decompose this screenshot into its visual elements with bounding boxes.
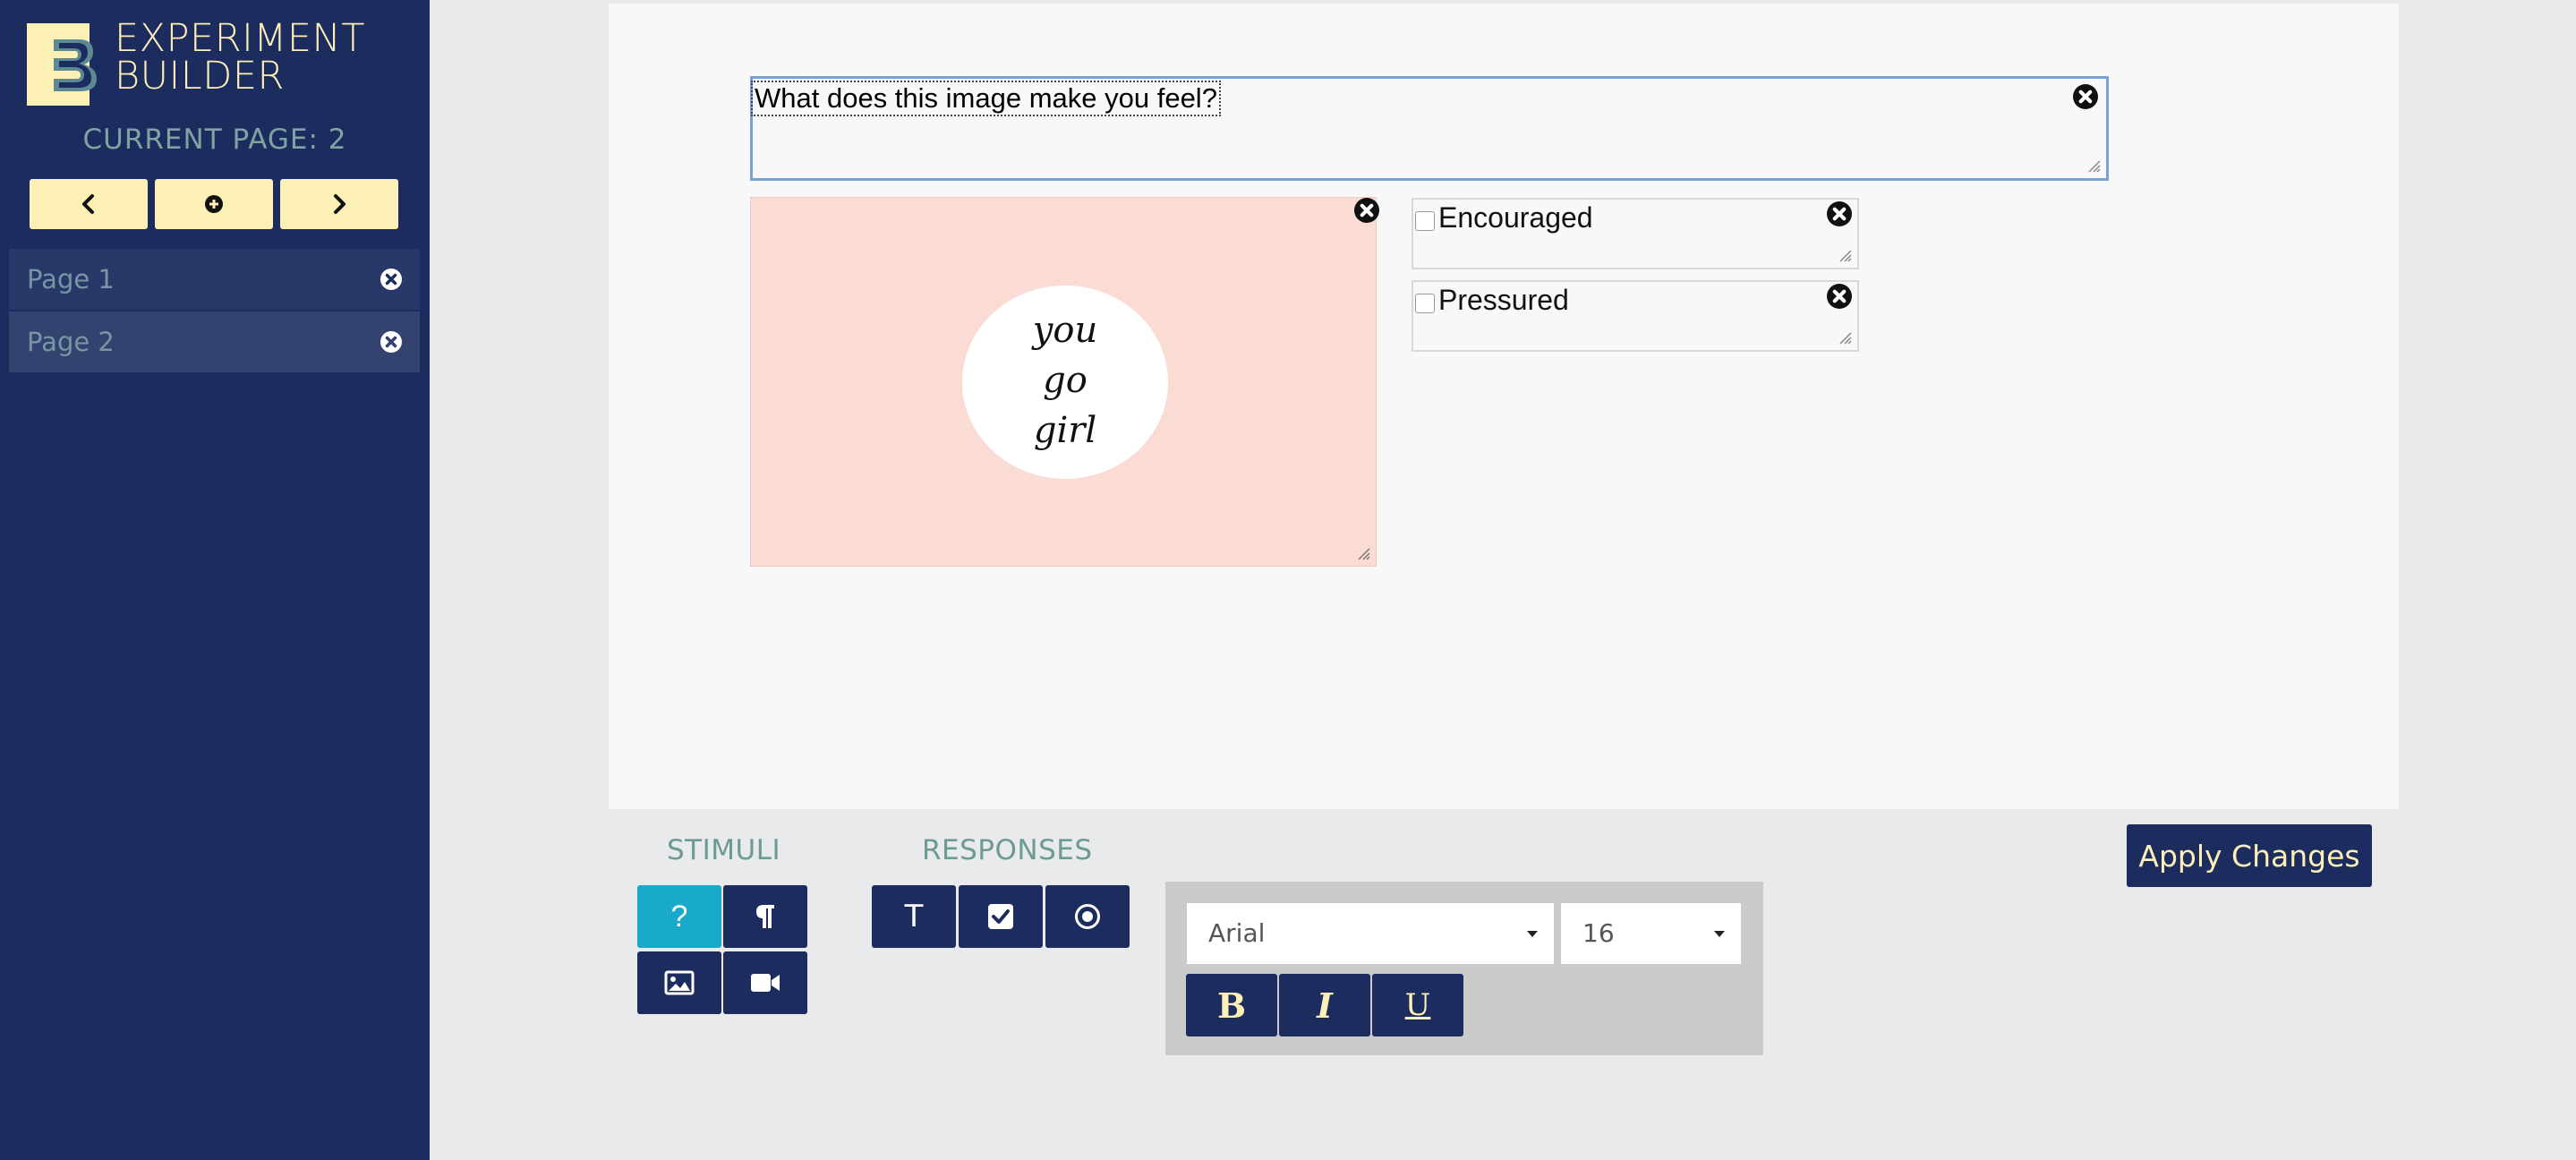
brand-line-2: BUILDER xyxy=(115,54,285,98)
bold-icon: B xyxy=(1216,985,1247,1026)
resize-handle-icon[interactable] xyxy=(1839,332,1852,345)
add-image-button[interactable] xyxy=(637,951,721,1014)
close-icon[interactable] xyxy=(1827,284,1852,309)
close-icon[interactable] xyxy=(380,331,402,353)
italic-button[interactable]: I xyxy=(1279,974,1370,1036)
current-page-label: CURRENT PAGE: 2 xyxy=(82,124,347,156)
close-icon[interactable] xyxy=(1827,201,1852,226)
page-canvas[interactable]: What does this image make you feel? you … xyxy=(609,4,2399,809)
sidebar-item-page-2[interactable]: Page 2 xyxy=(9,311,420,372)
bold-button[interactable]: B xyxy=(1186,974,1277,1036)
close-icon[interactable] xyxy=(2073,84,2098,109)
add-checkbox-response-button[interactable] xyxy=(959,885,1043,948)
add-radio-response-button[interactable] xyxy=(1045,885,1130,948)
sidebar: EXPERIMENT BUILDER CURRENT PAGE: 2 Page … xyxy=(0,0,430,1160)
underline-icon: U xyxy=(1404,987,1431,1023)
checkbox-icon xyxy=(988,904,1013,929)
response-label[interactable]: Pressured xyxy=(1438,284,1569,317)
question-textbox[interactable]: What does this image make you feel? xyxy=(750,76,2109,181)
page-item-label: Page 1 xyxy=(27,264,115,294)
add-paragraph-button[interactable] xyxy=(723,885,807,948)
previous-page-button[interactable] xyxy=(30,179,148,229)
checkbox-response[interactable]: Encouraged xyxy=(1412,198,1859,269)
chevron-left-icon xyxy=(82,194,94,214)
close-icon[interactable] xyxy=(380,269,402,290)
question-icon: ? xyxy=(670,899,688,934)
image-text-line-2: go xyxy=(1043,360,1088,401)
stimuli-section-title: STIMULI xyxy=(667,834,781,866)
font-size-value: 16 xyxy=(1582,918,1615,948)
radio-icon xyxy=(1075,904,1100,929)
response-label[interactable]: Encouraged xyxy=(1438,201,1593,235)
response-checkbox[interactable] xyxy=(1415,294,1435,313)
caret-down-icon xyxy=(1527,931,1538,937)
font-family-select[interactable]: Arial xyxy=(1187,903,1554,964)
image-text-line-3: girl xyxy=(1033,410,1097,451)
add-text-response-button[interactable]: T xyxy=(872,885,956,948)
experiment-builder-logo xyxy=(27,23,97,106)
italic-icon: I xyxy=(1317,985,1333,1026)
apply-changes-button[interactable]: Apply Changes xyxy=(2127,824,2372,887)
next-page-button[interactable] xyxy=(280,179,398,229)
font-size-select[interactable]: 16 xyxy=(1561,903,1741,964)
add-page-button[interactable] xyxy=(155,179,273,229)
page-item-label: Page 2 xyxy=(27,327,115,357)
resize-handle-icon[interactable] xyxy=(2088,160,2101,173)
image-circle: you go girl xyxy=(962,286,1168,479)
brand-title: EXPERIMENT BUILDER xyxy=(115,16,365,98)
plus-circle-icon xyxy=(205,195,223,213)
caret-down-icon xyxy=(1714,931,1725,937)
underline-button[interactable]: U xyxy=(1372,974,1463,1036)
text-response-icon: T xyxy=(904,899,924,934)
sidebar-item-page-1[interactable]: Page 1 xyxy=(9,249,420,310)
close-icon[interactable] xyxy=(1354,198,1379,223)
resize-handle-icon[interactable] xyxy=(1839,250,1852,262)
image-stimulus[interactable]: you go girl xyxy=(750,197,1379,567)
question-text[interactable]: What does this image make you feel? xyxy=(751,81,1221,116)
image-text-line-1: you xyxy=(1032,310,1098,351)
paragraph-icon xyxy=(756,905,774,928)
video-icon xyxy=(751,974,780,992)
brand-line-1: EXPERIMENT xyxy=(115,16,365,61)
responses-section-title: RESPONSES xyxy=(922,834,1093,866)
resize-handle-icon[interactable] xyxy=(1358,548,1370,560)
response-checkbox[interactable] xyxy=(1415,211,1435,231)
checkbox-response[interactable]: Pressured xyxy=(1412,280,1859,352)
add-question-button[interactable]: ? xyxy=(637,885,721,948)
add-video-button[interactable] xyxy=(723,951,807,1014)
image-icon xyxy=(664,970,695,995)
chevron-right-icon xyxy=(334,194,345,214)
font-family-value: Arial xyxy=(1208,918,1266,948)
